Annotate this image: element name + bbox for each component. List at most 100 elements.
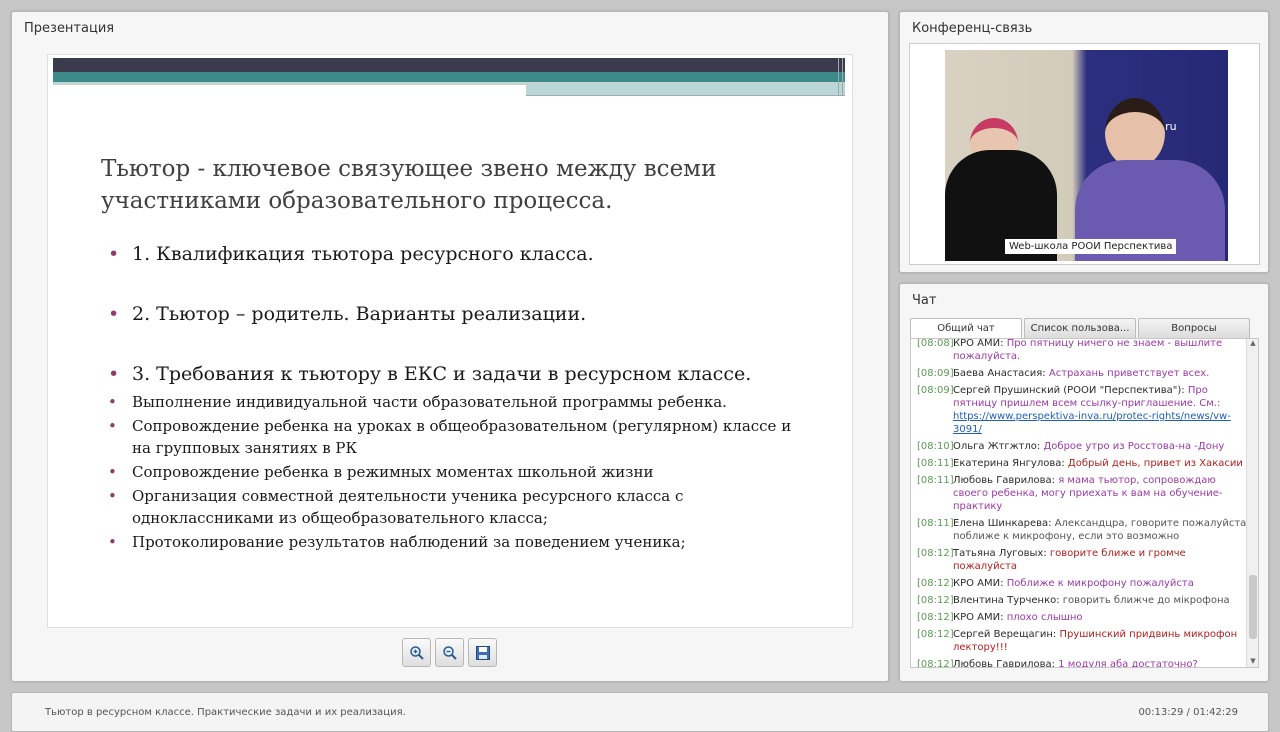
chat-message-body: Екатерина Янгулова: Добрый день, привет …: [953, 457, 1247, 470]
scrollbar-thumb[interactable]: [1249, 575, 1257, 639]
slide-main-point: 3. Требования к тьютору в ЕКС и задачи в…: [106, 361, 806, 387]
zoom-out-icon: [442, 645, 457, 660]
chat-message: [08:12] КРО АМИ: плохо слышно: [917, 611, 1247, 624]
chat-message-body: Любовь Гаврилова: я мама тьютор, сопрово…: [953, 474, 1247, 513]
presentation-panel: Презентация Тьютор - ключевое связующее …: [11, 11, 889, 682]
slide-header-divider: [842, 58, 843, 96]
tab-questions[interactable]: Вопросы: [1138, 318, 1250, 338]
chat-message: [08:09] Баева Анастасия: Астрахань привет…: [917, 367, 1247, 380]
slide-main-point: 2. Тьютор – родитель. Варианты реализаци…: [106, 301, 806, 327]
scroll-down-icon[interactable]: ▼: [1248, 657, 1258, 667]
chat-message: [08:12] КРО АМИ: Поближе к микрофону пожа…: [917, 577, 1247, 590]
chat-message-body: Влентина Турченко: говорить ближче до мі…: [953, 594, 1247, 607]
chat-message-body: Ольга Жтгжтло: Доброе утро из Росстова-н…: [953, 440, 1247, 453]
chat-timestamp: [08:12]: [917, 595, 954, 606]
slide-main-point: 1. Квалификация тьютора ресурсного класс…: [106, 241, 806, 267]
slide-heading: Тьютор - ключевое связующее звено между …: [101, 156, 717, 214]
chat-text: 1 модуля аба достаточно?: [1058, 659, 1198, 668]
chat-author: Влентина Турченко:: [953, 595, 1063, 606]
chat-author: Любовь Гаврилова:: [953, 475, 1059, 486]
zoom-in-button[interactable]: [402, 638, 431, 667]
save-button[interactable]: [468, 638, 497, 667]
chat-timestamp: [08:10]: [917, 441, 954, 452]
slide-bullet-list: 1. Квалификация тьютора ресурсного класс…: [106, 241, 806, 555]
chat-timestamp: [08:11]: [917, 518, 954, 529]
chat-text: плохо слышно: [1006, 612, 1083, 623]
chat-text: Поближе к микрофону пожалуйста: [1006, 578, 1194, 589]
chat-author: Сергей Прушинский (РООИ "Перспектива"):: [953, 385, 1188, 396]
chat-author: Екатерина Янгулова:: [953, 458, 1068, 469]
chat-message-body: Татьяна Луговых: говорите ближе и громче…: [953, 547, 1247, 573]
slide-sub-point: Сопровождение ребенка в режимных момента…: [106, 461, 806, 483]
chat-author: Баева Анастасия:: [953, 368, 1049, 379]
chat-text: Добрый день, привет из Хакасии: [1067, 458, 1243, 469]
slide-sub-point: Организация совместной деятельности учен…: [106, 485, 806, 529]
conference-title: Конференц-связь: [912, 21, 1033, 36]
chat-author: Ольга Жтгжтло:: [953, 441, 1044, 452]
chat-message-body: КРО АМИ: Поближе к микрофону пожалуйста: [953, 577, 1247, 590]
slide-header-band-accent: [526, 85, 845, 95]
chat-text: говорить ближче до мікрофона: [1062, 595, 1230, 606]
scroll-up-icon[interactable]: ▲: [1248, 339, 1258, 349]
slide-sub-point: Протоколирование результатов наблюдений …: [106, 531, 806, 553]
chat-text: Доброе утро из Росстова-на -Дону: [1043, 441, 1225, 452]
save-icon: [475, 645, 490, 660]
chat-message: [08:12] Влентина Турченко: говорить ближч…: [917, 594, 1247, 607]
chat-timestamp: [08:12]: [917, 659, 954, 668]
chat-panel: Чат Общий чат Список пользова... Вопросы…: [899, 283, 1269, 682]
playback-time: 00:13:29 / 01:42:29: [1138, 707, 1238, 718]
video-frame: ктiva-inva.ru Web-школа РООИ Перспектива: [909, 43, 1260, 265]
chat-link[interactable]: https://www.perspektiva-inva.ru/protec-r…: [953, 411, 1231, 435]
chat-title: Чат: [912, 293, 937, 308]
slide: Тьютор - ключевое связующее звено между …: [47, 54, 853, 628]
tab-general-chat[interactable]: Общий чат: [910, 318, 1022, 338]
chat-message-body: КРО АМИ: плохо слышно: [953, 611, 1247, 624]
slide-header-line: [526, 95, 845, 96]
chat-message: [08:12] Татьяна Луговых: говорите ближе и…: [917, 547, 1247, 573]
chat-timestamp: [08:12]: [917, 612, 954, 623]
chat-timestamp: [08:11]: [917, 458, 954, 469]
chat-author: КРО АМИ:: [953, 578, 1007, 589]
chat-message: [08:10] Ольга Жтгжтло: Доброе утро из Рос…: [917, 440, 1247, 453]
chat-message-body: КРО АМИ: Про пятницу ничего не знаем - в…: [953, 338, 1247, 363]
chat-timestamp: [08:12]: [917, 629, 954, 640]
chat-messages: [08:08] КРО АМИ: Про пятницу ничего не зн…: [911, 338, 1247, 668]
slide-toolbar: [402, 638, 497, 667]
chat-timestamp: [08:12]: [917, 548, 954, 559]
slide-sub-point: Выполнение индивидуальной части образова…: [106, 391, 806, 413]
chat-message: [08:12] Любовь Гаврилова: 1 модуля аба до…: [917, 658, 1247, 668]
chat-scrollbar[interactable]: ▲ ▼: [1246, 339, 1258, 667]
player-status-bar: Тьютор в ресурсном классе. Практические …: [11, 692, 1269, 732]
tab-user-list[interactable]: Список пользова...: [1024, 318, 1136, 338]
chat-timestamp: [08:11]: [917, 475, 954, 486]
chat-message-body: Сергей Верещагин: Прушинский придвинь ми…: [953, 628, 1247, 654]
chat-timestamp: [08:09]: [917, 368, 954, 379]
video-caption: Web-школа РООИ Перспектива: [1005, 239, 1177, 254]
chat-message: [08:09] Сергей Прушинский (РООИ "Перспект…: [917, 384, 1247, 436]
chat-text: Астрахань приветствует всех.: [1048, 368, 1210, 379]
chat-author: Сергей Верещагин:: [953, 629, 1060, 640]
chat-message: [08:12] Сергей Верещагин: Прушинский прид…: [917, 628, 1247, 654]
chat-message: [08:08] КРО АМИ: Про пятницу ничего не зн…: [917, 338, 1247, 363]
chat-author: КРО АМИ:: [953, 612, 1007, 623]
chat-message: [08:11] Екатерина Янгулова: Добрый день, …: [917, 457, 1247, 470]
chat-log[interactable]: [08:08] КРО АМИ: Про пятницу ничего не зн…: [910, 338, 1259, 668]
chat-timestamp: [08:09]: [917, 385, 954, 396]
zoom-in-icon: [409, 645, 424, 660]
chat-author: Елена Шинкарева:: [953, 518, 1055, 529]
slide-sub-point: Сопровождение ребенка на уроках в общеоб…: [106, 415, 806, 459]
slide-header-band-teal: [53, 72, 845, 82]
chat-author: Любовь Гаврилова:: [953, 659, 1059, 668]
slide-header-divider: [838, 58, 839, 96]
zoom-out-button[interactable]: [435, 638, 464, 667]
speaker-figure: [1105, 98, 1165, 168]
chat-author: КРО АМИ:: [953, 338, 1007, 349]
chat-message-body: Баева Анастасия: Астрахань приветствует …: [953, 367, 1247, 380]
chat-message-body: Сергей Прушинский (РООИ "Перспектива"): …: [953, 384, 1247, 436]
chat-message: [08:11] Любовь Гаврилова: я мама тьютор, …: [917, 474, 1247, 513]
video-stream[interactable]: ктiva-inva.ru Web-школа РООИ Перспектива: [945, 50, 1228, 261]
chat-tabs: Общий чат Список пользова... Вопросы: [910, 318, 1250, 338]
chat-timestamp: [08:12]: [917, 578, 954, 589]
presentation-title: Презентация: [24, 21, 115, 36]
conference-panel: Конференц-связь ктiva-inva.ru Web-школа …: [899, 11, 1269, 273]
